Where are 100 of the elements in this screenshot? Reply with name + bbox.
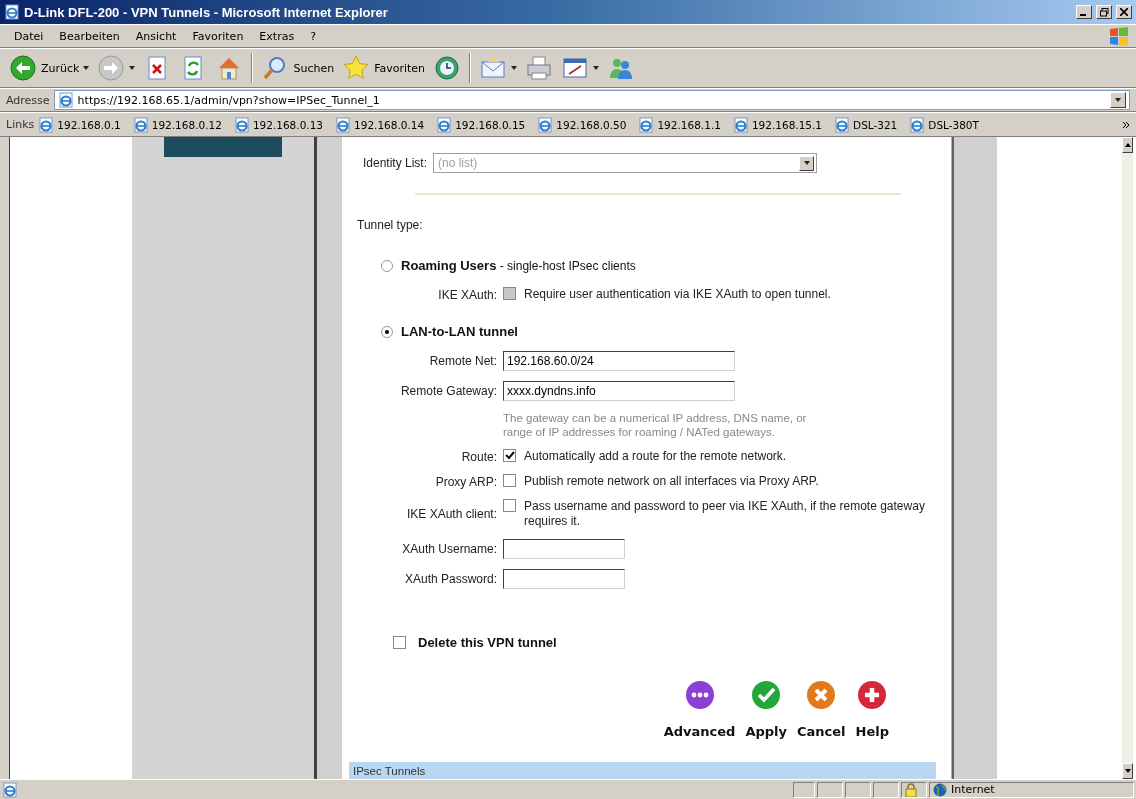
plus-icon [857,680,888,710]
page-icon [436,116,453,133]
text-field[interactable] [503,569,625,589]
close-icon [806,680,837,710]
dots-icon [684,680,715,710]
apply-button[interactable]: Apply [745,680,787,739]
page-icon [537,116,554,133]
page-icon [57,92,74,108]
link-item[interactable]: 192.168.0.50 [537,116,627,133]
field-label: XAuth Username: [401,542,497,556]
page-icon [909,116,926,133]
scrollbar[interactable] [1122,137,1133,779]
page-icon [335,116,351,133]
scroll-down-icon[interactable] [1124,769,1131,773]
hint-text: The gateway can be a numerical IP address, DNS name, or range of IP addresses for roaming / NATed gateways. [503,411,808,439]
checkbox[interactable] [393,636,406,649]
caret-icon [83,66,90,70]
checkbox-label: Delete this VPN tunnel [418,635,557,650]
menu-item[interactable]: Favoriten [184,27,252,45]
link-item[interactable]: 192.168.1.1 [638,116,721,133]
link-item[interactable]: 192.168.0.14 [335,116,425,133]
link-item[interactable]: 192.168.0.1 [38,116,121,133]
text-field[interactable]: 192.168.60.0/24 [503,351,735,371]
cancel-button[interactable]: Cancel [797,680,846,739]
radio-button[interactable] [381,259,393,272]
menu-item[interactable]: ? [302,27,324,45]
checkbox[interactable] [503,474,516,487]
caret-icon [511,66,518,70]
window-title: D-Link DFL-200 - VPN Tunnels - Microsoft Internet Explorer [24,4,389,20]
back-button[interactable]: Zurück [6,52,93,84]
link-item[interactable]: 192.168.0.15 [436,116,526,133]
restore-button[interactable] [1096,5,1112,19]
zone-text: Internet [951,783,995,796]
scroll-up-icon[interactable] [1124,143,1131,147]
menu-item[interactable]: Datei [6,27,52,45]
field-label: Remote Gateway: [399,384,497,398]
menu-item[interactable]: Ansicht [127,27,185,45]
caret-icon [129,66,136,70]
back-icon [9,54,37,82]
check-icon [751,680,782,710]
forward-icon [97,54,126,82]
checkbox-label: Pass username and password to peer via IKE XAuth, if the remote gateway requires it. [524,499,926,529]
section-label: Tunnel type: [357,218,424,232]
checkbox-label: Automatically add a route for the remote network. [524,449,787,464]
link-item[interactable]: 192.168.0.13 [233,116,323,133]
field-label: IKE XAuth: [437,287,497,302]
address-field[interactable]: https://192.168.65.1/admin/vpn?show=IPSec_Tunnel_1 [53,90,1130,110]
dropdown-button[interactable] [1110,92,1126,108]
menu-item[interactable]: Extras [251,27,303,45]
field-label: Remote Net: [428,354,497,368]
radio-label: Roaming Users - single-host IPsec clients [401,258,636,273]
windows-logo-icon [1108,26,1130,46]
status-pane [793,781,815,798]
checkbox[interactable] [503,449,516,462]
link-item[interactable]: 192.168.0.12 [132,116,222,133]
link-item[interactable]: 192.168.15.1 [732,116,823,133]
page-icon [132,116,149,133]
page-icon [4,4,20,20]
radio-label: LAN-to-LAN tunnel [401,324,518,339]
caret-icon [1115,98,1121,102]
field-label: Identity List: [361,156,427,170]
lock-icon [905,782,917,797]
page-icon [2,781,18,798]
clock-icon [433,54,462,82]
status-pane [873,781,899,798]
page-icon [638,116,655,133]
printer-icon [525,54,554,82]
chevron-icon[interactable] [1122,120,1130,129]
minimize-button[interactable] [1076,5,1092,19]
checkbox[interactable] [503,499,516,512]
link-item[interactable]: DSL-321 [834,116,898,133]
search-button[interactable]: Suchen [258,52,338,84]
links-label: Links [6,118,36,131]
address-label: Adresse [6,93,51,107]
caret-icon [803,161,810,165]
favorites-button[interactable]: Favoriten [339,52,429,84]
status-pane [845,781,871,798]
close-button[interactable] [1116,5,1132,19]
section-bar: IPsec Tunnels [349,762,936,779]
field-label: IKE XAuth client: [405,507,497,521]
caret-icon [593,66,600,70]
close-icon [1120,8,1128,16]
restore-icon [1099,7,1109,17]
field-label: XAuth Password: [403,572,497,586]
radio-button[interactable] [381,325,393,338]
link-item[interactable]: DSL-380T [909,116,979,133]
text-field[interactable]: xxxx.dyndns.info [503,381,735,401]
page-icon [38,116,55,133]
star-icon [342,54,371,82]
checkbox-label: Require user authentication via IKE XAuth to open tunnel. [524,287,831,302]
status-pane [817,781,843,798]
page-icon [233,116,250,133]
field-label: Proxy ARP: [434,474,497,489]
page-icon [732,116,749,133]
help-button[interactable]: Help [855,680,889,739]
globe-icon [933,782,947,797]
advanced-button[interactable]: Advanced [663,680,736,739]
text-field[interactable] [503,539,625,559]
menu-item[interactable]: Bearbeiten [51,27,128,45]
checkbox-label: Publish remote network on all interfaces via Proxy ARP. [524,474,819,489]
